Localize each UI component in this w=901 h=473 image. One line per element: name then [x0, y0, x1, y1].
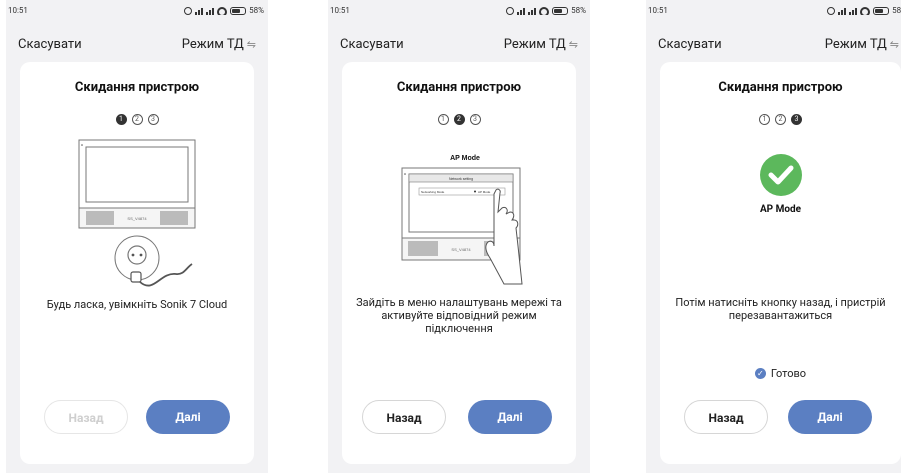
swap-arrows-icon: ⇋	[246, 38, 256, 51]
swap-arrows-icon: ⇋	[568, 38, 578, 51]
alarm-icon	[827, 6, 836, 15]
step-dot-1: 1	[437, 114, 449, 125]
status-time: 10:51	[330, 6, 350, 15]
page-title: Скидання пристрою	[396, 80, 522, 95]
step-indicator: 1 2 3	[20, 114, 254, 125]
monitor-settings-illustration: AP Mode Network setting Networking Mode …	[401, 155, 523, 285]
battery-icon	[230, 6, 247, 15]
step-dot-2: 2	[775, 114, 786, 125]
signal-icon	[206, 7, 215, 15]
status-icons: 58%	[827, 5, 901, 16]
page-title: Скидання пристрою	[74, 80, 200, 95]
phone-screen-step-2: 10:51 58% Скасувати Режим ТД ⇋ Скидання …	[328, 0, 590, 473]
step-dot-2: 2	[453, 114, 465, 125]
battery-percent: 58%	[892, 6, 901, 15]
swap-arrows-icon: ⇋	[889, 38, 899, 51]
status-bar: 10:51 58%	[328, 0, 590, 22]
ap-mode-toggle[interactable]: Режим ТД ⇋	[182, 37, 256, 52]
cancel-button[interactable]: Скасувати	[18, 37, 82, 52]
cancel-button[interactable]: Скасувати	[340, 37, 404, 52]
ap-mode-label: Режим ТД	[824, 37, 887, 52]
alarm-icon	[506, 6, 515, 15]
next-button[interactable]: Далі	[468, 400, 552, 434]
success-check-icon	[759, 154, 802, 196]
signal-icon	[517, 7, 526, 15]
wifi-icon	[539, 6, 550, 15]
wifi-icon	[860, 6, 871, 15]
monitor-model: SS_V4874	[451, 247, 471, 252]
top-bar: Скасувати Режим ТД ⇋	[328, 30, 590, 58]
battery-percent: 58%	[249, 6, 264, 15]
status-bar: 10:51 58%	[6, 0, 268, 22]
top-bar: Скасувати Режим ТД ⇋	[6, 30, 268, 58]
cancel-button[interactable]: Скасувати	[658, 37, 722, 52]
ap-mode-label: Режим ТД	[181, 37, 244, 52]
back-button[interactable]: Назад	[362, 400, 446, 434]
status-icons: 58%	[184, 5, 264, 16]
status-time: 10:51	[8, 6, 28, 15]
alarm-icon	[184, 6, 193, 15]
status-icons: 58%	[506, 5, 586, 16]
step-dot-3: 3	[791, 114, 802, 125]
done-checkbox[interactable]: ✓ Готово	[660, 367, 901, 380]
signal-icon	[528, 7, 537, 15]
plug-icon	[130, 271, 142, 283]
step-indicator: 1 2 3	[342, 114, 576, 125]
phone-screen-step-1: 10:51 58% Скасувати Режим ТД ⇋ Скидання …	[6, 0, 268, 473]
step-dot-3: 3	[147, 114, 159, 125]
battery-percent: 58%	[571, 6, 586, 15]
illustration-title: AP Mode	[450, 155, 480, 162]
reset-card: Скидання пристрою 1 2 3 AP Mode Network …	[342, 62, 576, 464]
next-button[interactable]: Далі	[788, 400, 872, 434]
screen-row-right: AP Mode	[478, 190, 491, 194]
status-time: 10:51	[648, 6, 668, 15]
ap-mode-toggle[interactable]: Режим ТД ⇋	[825, 37, 899, 52]
phone-screen-step-3: 10:51 58% Скасувати Режим ТД ⇋ Скидання …	[646, 0, 901, 473]
screen-header: Network setting	[449, 177, 473, 181]
checkbox-checked-icon: ✓	[754, 368, 766, 379]
screen-row-left: Networking Mode	[421, 190, 445, 194]
monitor-model: SS_V4874	[127, 216, 147, 221]
step-dot-2: 2	[131, 114, 143, 125]
reset-card: Скидання пристрою 1 2 3 SS_V4874 Будь ла…	[20, 62, 254, 464]
back-button[interactable]: Назад	[684, 400, 768, 434]
ap-mode-label: Режим ТД	[503, 37, 566, 52]
monitor-power-illustration: SS_V4874	[78, 139, 196, 287]
reset-card: Скидання пристрою 1 2 3 AP Mode Потім на…	[660, 62, 901, 464]
step-dot-1: 1	[759, 114, 770, 125]
battery-icon	[873, 6, 890, 15]
step-dot-1: 1	[115, 114, 127, 125]
back-button[interactable]: Назад	[44, 400, 128, 434]
top-bar: Скасувати Режим ТД ⇋	[646, 30, 901, 58]
ap-mode-toggle[interactable]: Режим ТД ⇋	[504, 37, 578, 52]
signal-icon	[195, 7, 204, 15]
signal-icon	[849, 7, 858, 15]
instruction-text: Будь ласка, увімкніть Sonik 7 Cloud	[46, 298, 228, 311]
step-dot-3: 3	[469, 114, 481, 125]
status-bar: 10:51 58%	[646, 0, 901, 22]
page-title: Скидання пристрою	[718, 80, 843, 95]
step-indicator: 1 2 3	[660, 114, 901, 125]
battery-icon	[552, 6, 569, 15]
instruction-text: Зайдіть в меню налаштувань мережі та акт…	[356, 296, 562, 335]
wifi-icon	[217, 6, 228, 15]
instruction-text: Потім натисніть кнопку назад, і пристрій…	[675, 296, 886, 322]
ap-mode-title: AP Mode	[759, 204, 802, 215]
signal-icon	[838, 7, 847, 15]
done-checkbox-label: Готово	[770, 367, 807, 380]
next-button[interactable]: Далі	[146, 400, 230, 434]
